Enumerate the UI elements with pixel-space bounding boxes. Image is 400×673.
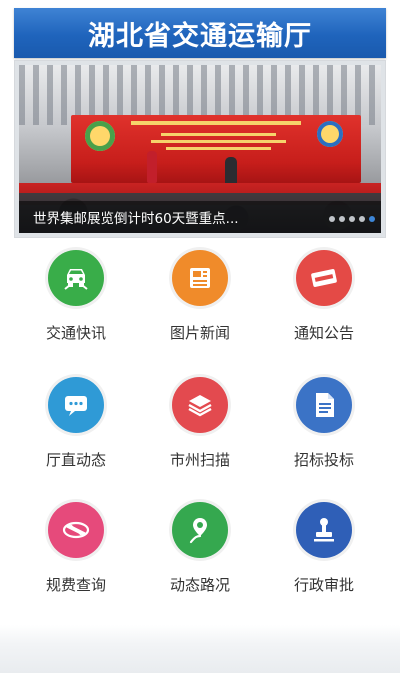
carousel-dot[interactable] (349, 216, 355, 222)
menu-item-label: 行政审批 (293, 576, 354, 594)
menu-item-photo-news[interactable]: 图片新闻 (138, 250, 262, 365)
menu-item-admin-approval[interactable]: 行政审批 (262, 502, 386, 617)
carousel-dot[interactable] (359, 216, 365, 222)
carousel-dot[interactable] (339, 216, 345, 222)
carousel-caption-text[interactable]: 世界集邮展览倒计时60天暨重点... (33, 207, 239, 227)
carousel-dot[interactable] (369, 216, 375, 222)
car-icon (48, 250, 104, 306)
road-pin-icon (172, 502, 228, 558)
ticket-icon (48, 502, 104, 558)
menu-item-label: 市州扫描 (169, 451, 230, 469)
carousel-pagination[interactable] (329, 216, 375, 222)
stage-backdrop (71, 115, 361, 183)
notice-icon (296, 250, 352, 306)
menu-item-label: 通知公告 (293, 324, 354, 342)
menu-item-label: 图片新闻 (169, 324, 230, 342)
menu-item-traffic-news[interactable]: 交通快讯 (14, 250, 138, 365)
chat-icon (48, 377, 104, 433)
menu-item-label: 交通快讯 (45, 324, 106, 342)
carousel-photo[interactable]: 世界集邮展览倒计时60天暨重点... (19, 65, 381, 233)
bottom-fade (0, 625, 400, 673)
photo-news-icon (172, 250, 228, 306)
menu-item-city-scan[interactable]: 市州扫描 (138, 377, 262, 492)
menu-item-label: 规费查询 (45, 576, 106, 594)
carousel-caption[interactable]: 世界集邮展览倒计时60天暨重点... (19, 201, 381, 233)
menu-item-notices[interactable]: 通知公告 (262, 250, 386, 365)
document-icon (296, 377, 352, 433)
menu-item-label: 动态路况 (169, 576, 230, 594)
news-carousel[interactable]: 世界集邮展览倒计时60天暨重点... (14, 60, 386, 238)
stamp-icon (296, 502, 352, 558)
menu-item-label: 厅直动态 (45, 451, 106, 469)
menu-item-road-conditions[interactable]: 动态路况 (138, 502, 262, 617)
menu-item-label: 招标投标 (293, 451, 354, 469)
menu-item-fee-query[interactable]: 规费查询 (14, 502, 138, 617)
page-title: 湖北省交通运输厅 (88, 20, 312, 52)
carousel-dot[interactable] (329, 216, 335, 222)
layers-icon (172, 377, 228, 433)
menu-item-department-updates[interactable]: 厅直动态 (14, 377, 138, 492)
menu-item-bidding[interactable]: 招标投标 (262, 377, 386, 492)
app-header: 湖北省交通运输厅 (14, 8, 386, 58)
